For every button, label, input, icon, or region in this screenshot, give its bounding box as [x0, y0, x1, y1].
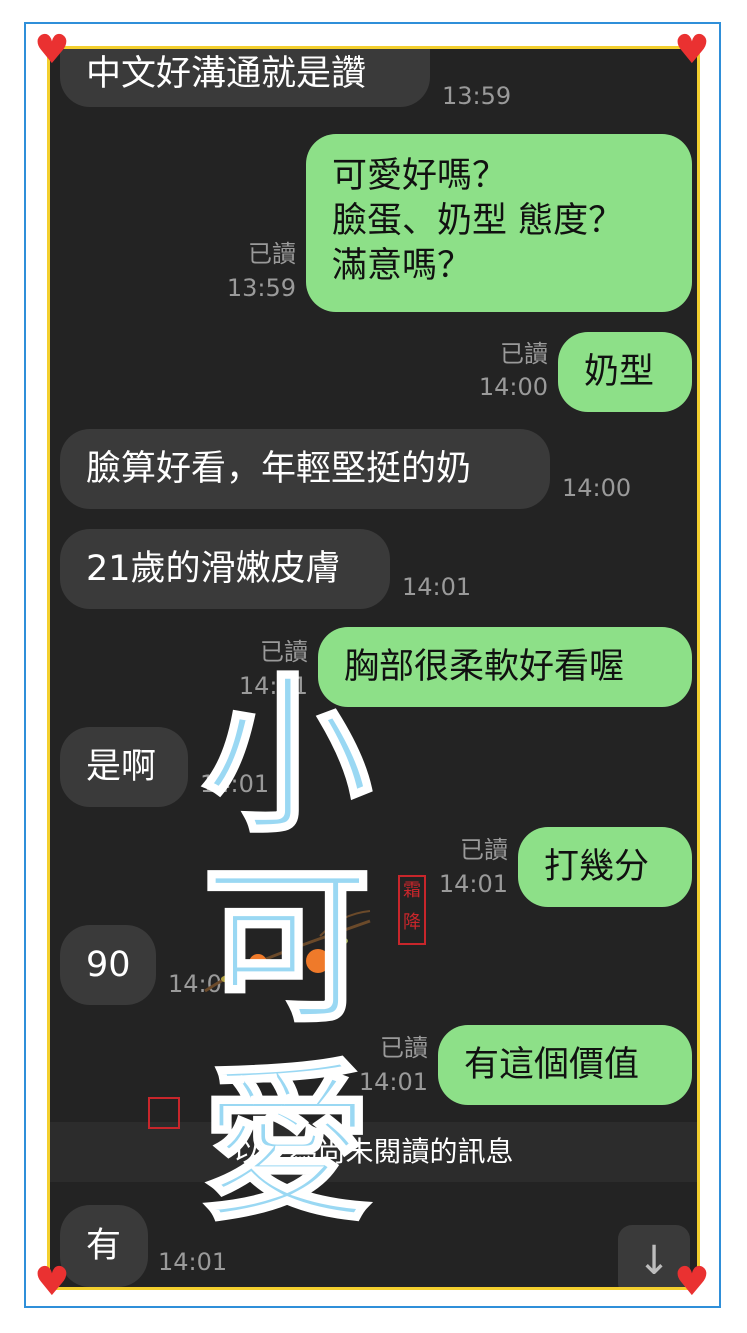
- message-time: 14:01: [158, 1248, 228, 1276]
- arrow-down-icon: ↓: [637, 1238, 671, 1284]
- message-time: 13:59: [442, 82, 512, 110]
- read-status: 已讀: [460, 836, 508, 864]
- small-seal-stamp: [148, 1097, 180, 1129]
- heart-icon: ♥: [674, 27, 710, 73]
- chat-window[interactable]: 中文好溝通就是讚 13:59 可愛好嗎？ 臉蛋、奶型 態度？ 滿意嗎？ 已讀 1…: [50, 49, 697, 1287]
- message-time: 14:00: [478, 373, 548, 401]
- heart-icon: ♥: [34, 27, 70, 73]
- outgoing-message[interactable]: 可愛好嗎？ 臉蛋、奶型 態度？ 滿意嗎？: [306, 134, 692, 312]
- red-seal-stamp: 霜 降: [398, 875, 426, 945]
- overlay-char-2: 可: [200, 846, 373, 1046]
- unread-divider: 以下為尚未閱讀的訊息: [50, 1122, 697, 1182]
- message-time: 14:01: [402, 573, 472, 601]
- overlay-char-3: 愛: [200, 1044, 373, 1244]
- heart-icon: ♥: [34, 1259, 70, 1305]
- outgoing-message[interactable]: 有這個價值: [438, 1025, 692, 1105]
- message-time: 13:59: [226, 274, 296, 302]
- outgoing-message[interactable]: 奶型: [558, 332, 692, 412]
- read-status: 已讀: [500, 340, 548, 368]
- outgoing-message[interactable]: 胸部很柔軟好看喔: [318, 627, 692, 707]
- message-time: 14:01: [438, 870, 508, 898]
- incoming-message[interactable]: 90: [60, 925, 156, 1005]
- message-time: 14:00: [562, 474, 632, 502]
- read-status: 已讀: [248, 240, 296, 268]
- overlay-char-1: 小: [200, 656, 373, 856]
- outgoing-message[interactable]: 打幾分: [518, 827, 692, 907]
- incoming-message[interactable]: 中文好溝通就是讚: [60, 49, 430, 107]
- incoming-message[interactable]: 21歲的滑嫩皮膚: [60, 529, 390, 609]
- incoming-message[interactable]: 是啊: [60, 727, 188, 807]
- incoming-message[interactable]: 有: [60, 1205, 148, 1287]
- heart-icon: ♥: [674, 1259, 710, 1305]
- incoming-message[interactable]: 臉算好看，年輕堅挺的奶: [60, 429, 550, 509]
